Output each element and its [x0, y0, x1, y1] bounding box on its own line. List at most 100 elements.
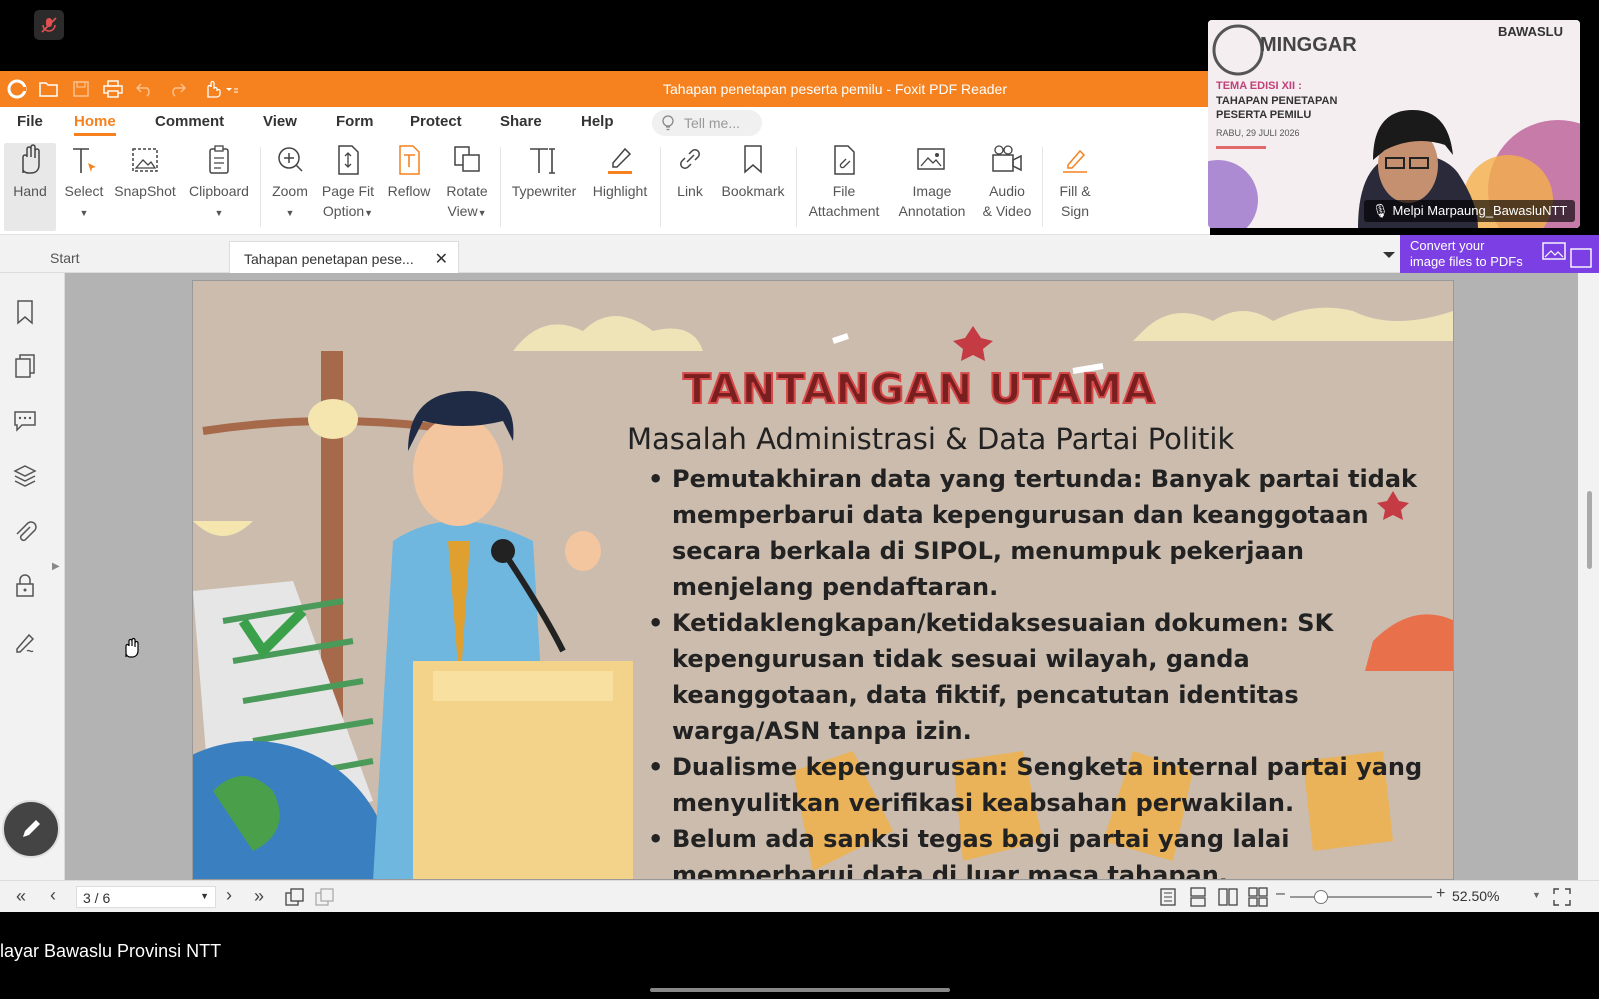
- attachments-panel-icon[interactable]: [12, 519, 38, 545]
- tab-view[interactable]: View: [263, 113, 297, 130]
- bullet-item: Ketidaklengkapan/ketidaksesuaian dokumen…: [648, 605, 1428, 749]
- link-icon: [680, 149, 700, 169]
- page-fit-label-1: Page Fit: [321, 183, 375, 199]
- zoom-slider-track[interactable]: [1290, 890, 1432, 904]
- reflow-button[interactable]: Reflow: [384, 143, 434, 201]
- zoom-button[interactable]: Zoom ▼: [268, 143, 312, 223]
- typewriter-button[interactable]: Typewriter: [506, 143, 582, 201]
- tab-file[interactable]: File: [17, 113, 43, 130]
- zoom-label: Zoom: [272, 183, 308, 199]
- file-attachment-label-1: File: [832, 183, 856, 199]
- document-view[interactable]: TANTANGAN UTAMA Masalah Administrasi & D…: [65, 273, 1578, 880]
- layers-panel-icon[interactable]: [12, 463, 38, 489]
- snapshot-button[interactable]: SnapShot: [112, 143, 178, 201]
- hand-button[interactable]: Hand: [4, 143, 56, 231]
- tab-help[interactable]: Help: [581, 113, 614, 130]
- fullscreen-icon[interactable]: [1552, 887, 1572, 907]
- reflow-icon: [399, 145, 420, 175]
- edit-pen-floating-button[interactable]: [2, 800, 60, 858]
- zoom-slider-knob[interactable]: [1314, 890, 1328, 904]
- screen-share-caption: layar Bawaslu Provinsi NTT: [0, 941, 222, 961]
- bullet-item: Belum ada sanksi tegas bagi partai yang …: [648, 821, 1428, 879]
- hand-label: Hand: [13, 183, 47, 199]
- clipboard-icon: [209, 145, 229, 174]
- rotate-dropdown-arrow-icon: ▼: [477, 208, 487, 218]
- image-annotation-icon: [917, 148, 945, 170]
- video-date-text: RABU, 29 JULI 2026: [1216, 128, 1300, 138]
- file-attachment-button[interactable]: File Attachment: [804, 143, 884, 221]
- rotate-label-2: View: [447, 203, 478, 219]
- page-dropdown-arrow-icon[interactable]: ▼: [200, 891, 209, 901]
- page-fit-option-button[interactable]: Page Fit Option▼: [318, 143, 378, 223]
- bookmark-button[interactable]: Bookmark: [718, 143, 788, 201]
- audio-video-button[interactable]: Audio & Video: [978, 143, 1036, 221]
- home-indicator-bar[interactable]: [650, 988, 950, 992]
- video-theme-line-1: TEMA EDISI XII :: [1216, 80, 1302, 92]
- last-page-icon[interactable]: »: [254, 886, 264, 907]
- facing-view-icon[interactable]: [1218, 887, 1238, 907]
- highlight-button[interactable]: Highlight: [588, 143, 652, 201]
- typewriter-icon: [530, 148, 555, 174]
- reflow-label: Reflow: [387, 183, 431, 199]
- previous-view-icon[interactable]: [284, 887, 306, 907]
- convert-images-ad-banner[interactable]: Convert your image files to PDFs: [1400, 235, 1599, 273]
- typewriter-label: Typewriter: [511, 183, 577, 199]
- select-button[interactable]: Select ▼: [62, 143, 106, 223]
- zoom-dropdown-arrow-icon[interactable]: ▼: [1532, 890, 1541, 900]
- previous-page-icon[interactable]: ‹: [50, 885, 56, 906]
- tab-start-label: Start: [50, 250, 80, 266]
- title-bar: Tahapan penetapan peserta pemilu - Foxit…: [0, 71, 1210, 107]
- fill-sign-button[interactable]: Fill & Sign: [1050, 143, 1100, 221]
- tell-me-search[interactable]: Tell me...: [652, 110, 762, 136]
- continuous-facing-view-icon[interactable]: [1248, 887, 1268, 907]
- ribbon-toolbar: Hand Select ▼ SnapShot Clipboard ▼ Zoom ▼ P…: [0, 139, 1210, 235]
- rotate-view-button[interactable]: Rotate View▼: [440, 143, 494, 223]
- tab-document[interactable]: Tahapan penetapan pese... ✕: [229, 241, 459, 273]
- expand-sidebar-arrow-icon[interactable]: ▶: [52, 561, 60, 572]
- tab-home[interactable]: Home: [74, 113, 116, 136]
- bookmark-label: Bookmark: [721, 183, 785, 199]
- link-button[interactable]: Link: [668, 143, 712, 201]
- presenter-name: Melpi Marpaung_BawasluNTT: [1392, 203, 1568, 218]
- next-view-icon[interactable]: [314, 887, 336, 907]
- next-page-icon[interactable]: ›: [226, 885, 232, 906]
- clipboard-label: Clipboard: [189, 183, 249, 199]
- zoom-out-icon[interactable]: –: [1276, 885, 1285, 903]
- presenter-video-tile[interactable]: MINGGAR BAWASLU TEMA EDISI XII : TAHAPAN…: [1208, 20, 1580, 228]
- page-fit-label-2: Option: [322, 203, 365, 219]
- image-annotation-button[interactable]: Image Annotation: [890, 143, 974, 221]
- select-dropdown-arrow-icon: ▼: [79, 208, 89, 218]
- close-tab-icon[interactable]: ✕: [435, 249, 448, 269]
- presenter-name-tag: 🎙 Melpi Marpaung_BawasluNTT: [1364, 200, 1576, 222]
- rotate-view-icon: [454, 146, 480, 172]
- zoom-in-icon[interactable]: +: [1436, 885, 1445, 903]
- tab-protect[interactable]: Protect: [410, 113, 462, 130]
- bookmarks-panel-icon[interactable]: [12, 299, 38, 325]
- page-number-field[interactable]: 3 / 6 ▼: [76, 886, 216, 908]
- signatures-panel-icon[interactable]: [12, 629, 38, 655]
- zoom-level-value[interactable]: 52.50%: [1452, 888, 1499, 904]
- hand-cursor-icon: [121, 637, 141, 664]
- first-page-icon[interactable]: «: [16, 886, 26, 907]
- comments-panel-icon[interactable]: [12, 407, 38, 433]
- ribbon-separator: [500, 147, 501, 227]
- vertical-scrollbar[interactable]: [1578, 273, 1599, 880]
- clipboard-button[interactable]: Clipboard ▼: [186, 143, 252, 223]
- tab-share[interactable]: Share: [500, 113, 542, 130]
- vertical-scroll-thumb[interactable]: [1587, 491, 1592, 569]
- continuous-view-icon[interactable]: [1188, 887, 1208, 907]
- tab-form[interactable]: Form: [336, 113, 374, 130]
- tab-list-dropdown-icon[interactable]: [1382, 247, 1396, 265]
- security-panel-icon[interactable]: [12, 573, 38, 599]
- single-page-view-icon[interactable]: [1158, 887, 1178, 907]
- tab-start[interactable]: Start: [36, 241, 228, 273]
- clipboard-dropdown-arrow-icon: ▼: [214, 208, 224, 218]
- audio-video-label-1: Audio: [989, 183, 1025, 199]
- pages-panel-icon[interactable]: [12, 353, 38, 379]
- tell-me-placeholder: Tell me...: [684, 115, 741, 131]
- muted-mic-icon: 🎙: [1372, 203, 1389, 218]
- window-title: Tahapan penetapan peserta pemilu - Foxit…: [663, 81, 1007, 97]
- muted-mic-icon[interactable]: [34, 10, 64, 40]
- tab-comment[interactable]: Comment: [155, 113, 224, 130]
- slide-subtitle: Masalah Administrasi & Data Partai Polit…: [627, 422, 1235, 456]
